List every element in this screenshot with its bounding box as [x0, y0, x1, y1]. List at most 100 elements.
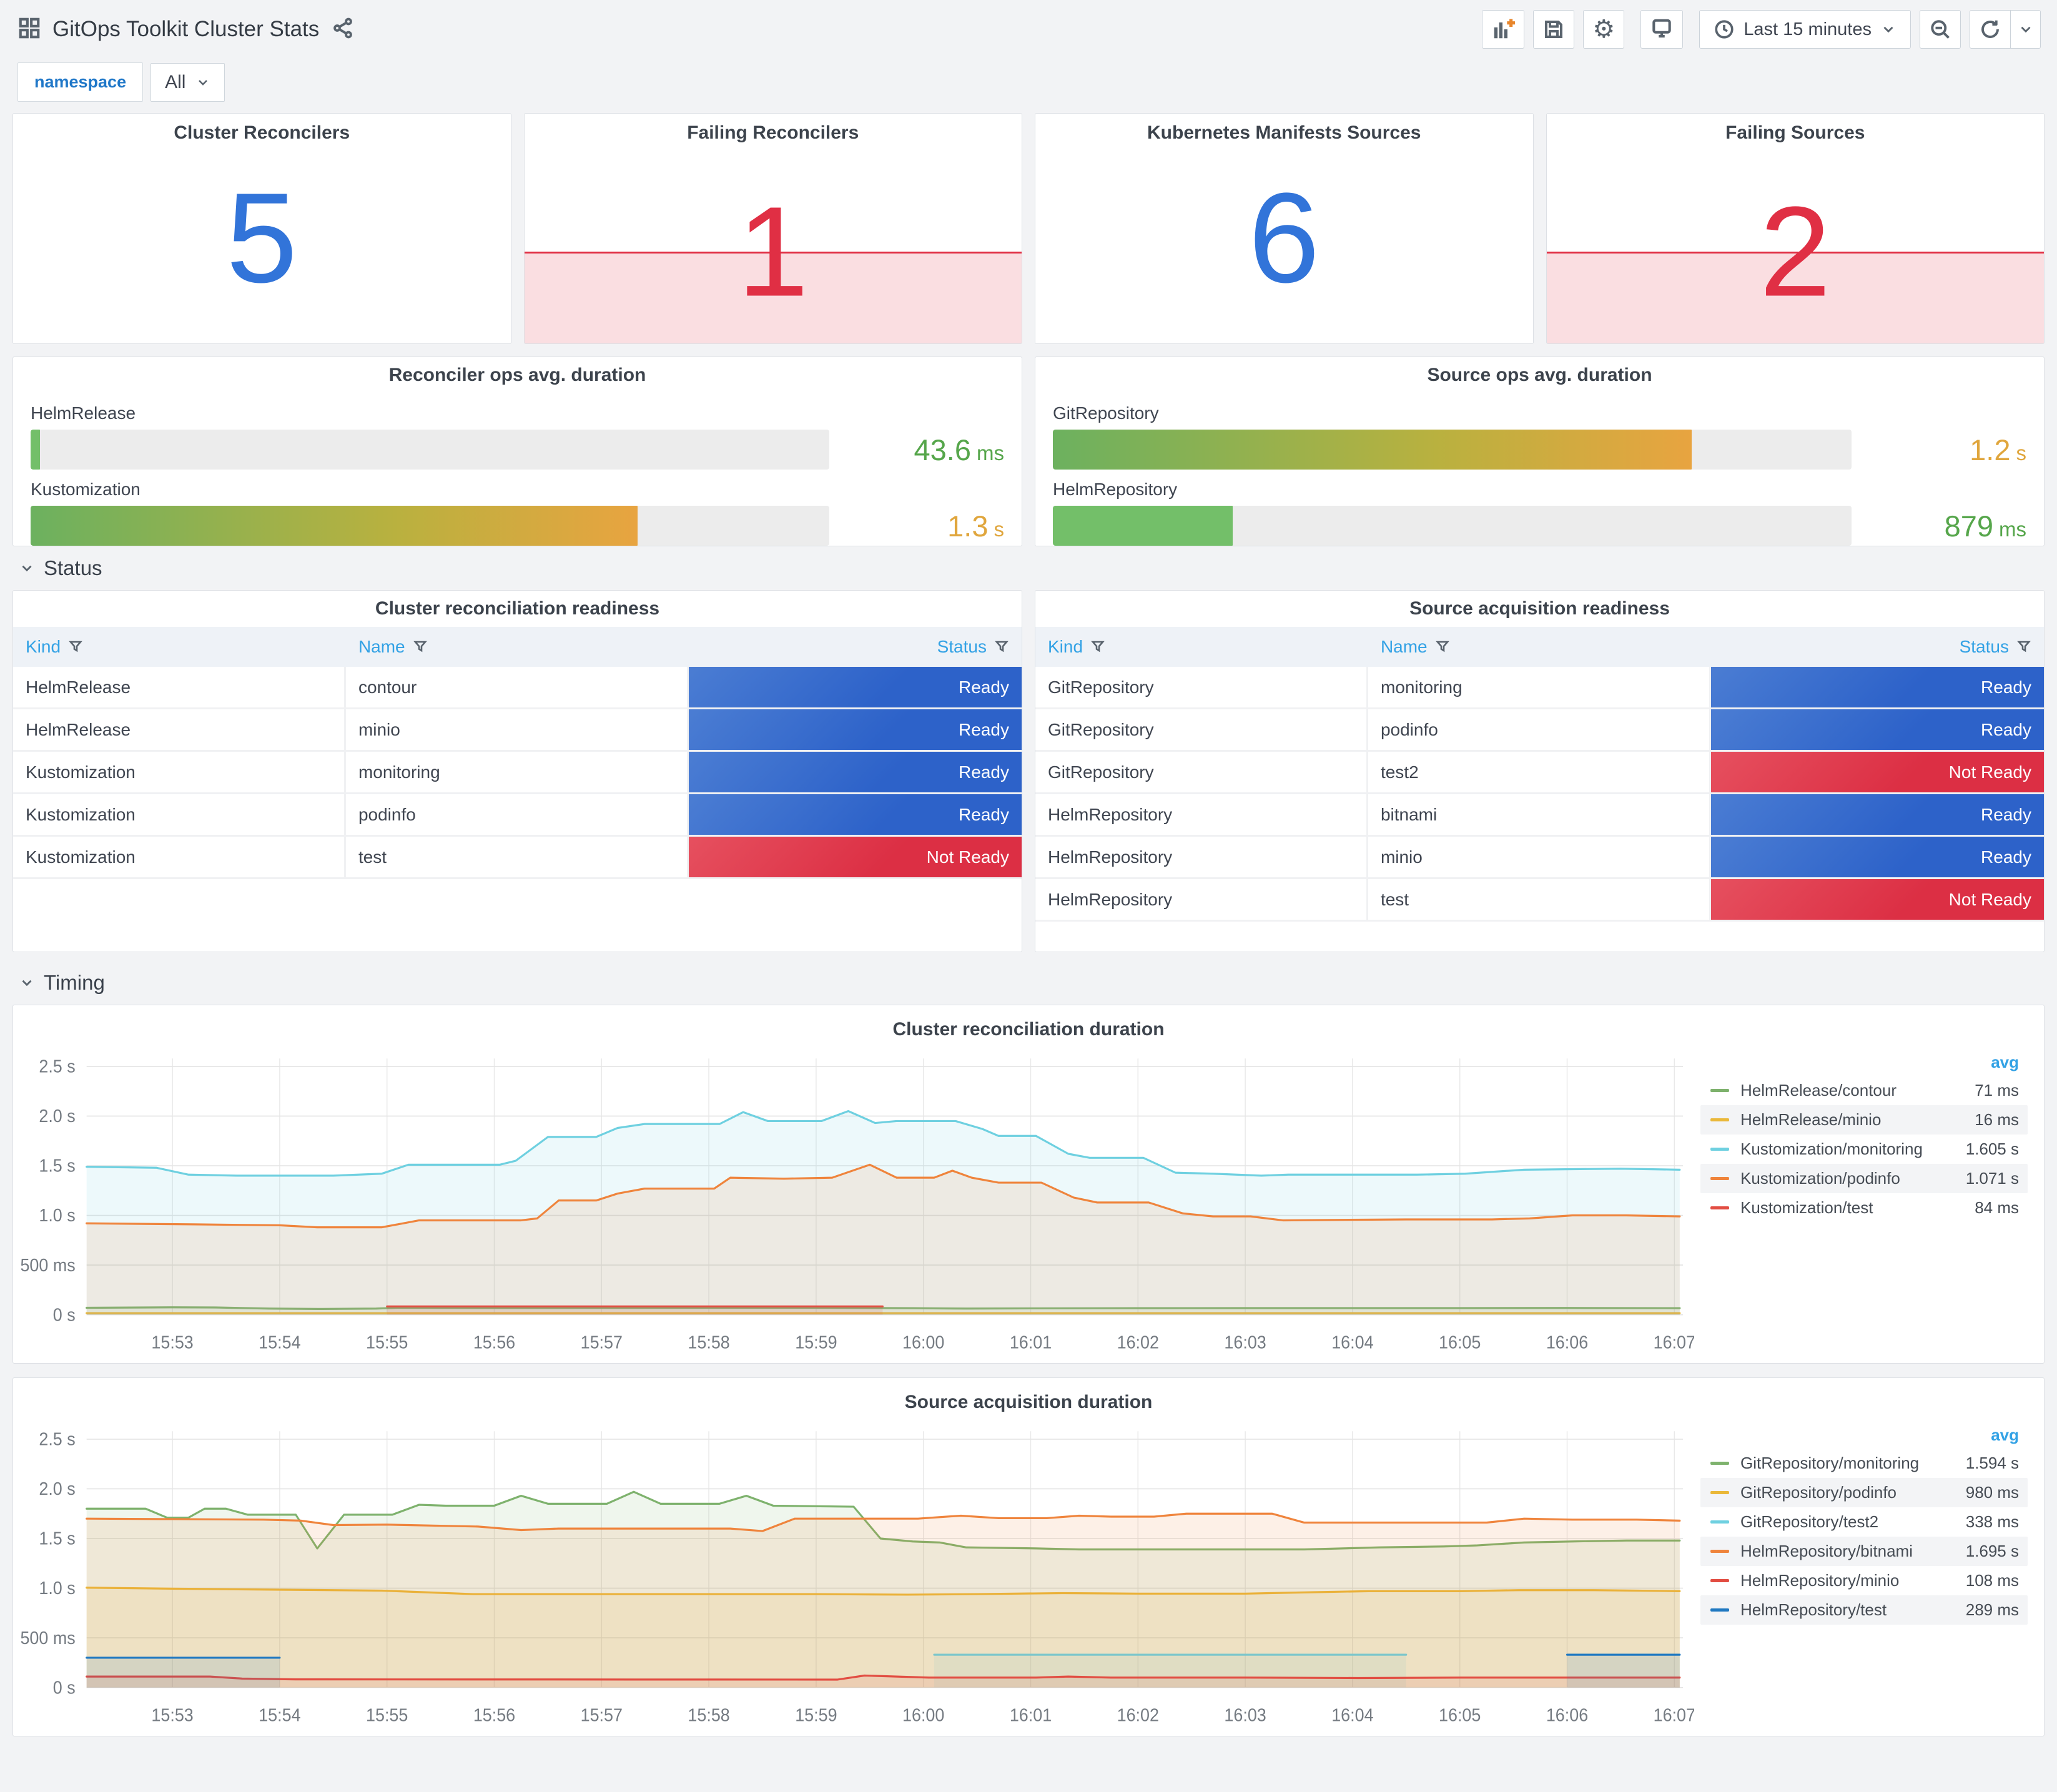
svg-text:15:59: 15:59 [795, 1332, 837, 1352]
legend-item[interactable]: HelmRepository/bitnami 1.695 s [1700, 1537, 2028, 1566]
legend-series-name: Kustomization/test [1740, 1198, 1873, 1217]
panel-title[interactable]: Kubernetes Manifests Sources [1035, 122, 1533, 144]
gauge-panels-row: Reconciler ops avg. duration HelmRelease… [12, 357, 2045, 546]
filter-icon[interactable] [2016, 639, 2031, 654]
status-cell: Ready [689, 752, 1022, 792]
table-panel-cluster-reconciliation-readiness: Cluster reconciliation readiness Kind Na… [12, 590, 1022, 952]
filter-icon[interactable] [68, 639, 83, 654]
dashboard-settings-button[interactable]: ⚙ [1583, 10, 1625, 49]
gauge-value: 1.2 s [1970, 433, 2026, 466]
table-row: GitRepository monitoring Ready [1035, 667, 2044, 709]
gauge-fill [1053, 430, 1692, 470]
legend-item[interactable]: Kustomization/podinfo 1.071 s [1700, 1164, 2028, 1193]
panel-title[interactable]: Failing Sources [1547, 122, 2045, 144]
legend-series-avg: 16 ms [1975, 1110, 2019, 1129]
column-header-status[interactable]: Status [689, 627, 1022, 667]
name-cell: test2 [1368, 752, 1712, 792]
name-cell: minio [346, 709, 689, 750]
gear-icon: ⚙ [1592, 16, 1616, 43]
svg-text:16:02: 16:02 [1117, 1332, 1159, 1352]
section-header-timing[interactable]: Timing [19, 971, 2057, 995]
filter-icon[interactable] [1435, 639, 1450, 654]
share-icon[interactable] [332, 17, 354, 42]
panel-title[interactable]: Cluster Reconcilers [13, 122, 511, 144]
chart-legend: avg HelmRelease/contour 71 ms HelmRelease/… [1694, 1048, 2044, 1363]
panel-title[interactable]: Reconciler ops avg. duration [31, 357, 1004, 393]
svg-text:15:55: 15:55 [366, 1332, 408, 1352]
kind-cell: HelmRepository [1035, 794, 1368, 835]
table-row: Kustomization monitoring Ready [13, 752, 1022, 794]
stat-panel-failing-sources: Failing Sources 2 [1546, 113, 2045, 344]
kind-cell: Kustomization [13, 752, 346, 792]
panel-title[interactable]: Source acquisition readiness [1035, 591, 2044, 627]
gauge-label: HelmRepository [1053, 480, 1178, 499]
panel-title[interactable]: Source acquisition duration [13, 1384, 2044, 1420]
legend-item[interactable]: Kustomization/monitoring 1.605 s [1700, 1135, 2028, 1164]
zoom-out-time-button[interactable] [1920, 10, 1961, 49]
refresh-button[interactable] [1970, 10, 2011, 49]
legend-series-name: HelmRepository/test [1740, 1600, 1887, 1619]
refresh-interval-dropdown[interactable] [2011, 10, 2041, 49]
column-header-kind[interactable]: Kind [1035, 627, 1368, 667]
filter-icon[interactable] [413, 639, 428, 654]
column-header-status[interactable]: Status [1711, 627, 2044, 667]
apps-grid-icon[interactable] [17, 16, 41, 43]
legend-series-avg: 980 ms [1965, 1483, 2019, 1502]
legend-series-name: GitRepository/monitoring [1740, 1454, 1920, 1472]
svg-text:15:54: 15:54 [259, 1705, 300, 1725]
legend-series-color [1710, 1491, 1729, 1494]
panel-title[interactable]: Cluster reconciliation readiness [13, 591, 1022, 627]
chart-row-cluster-reconciliation: Cluster reconciliation duration 15:53 15:… [12, 1005, 2045, 1364]
legend-series-name: HelmRepository/bitnami [1740, 1542, 1913, 1560]
legend-item[interactable]: HelmRepository/minio 108 ms [1700, 1566, 2028, 1595]
panel-title[interactable]: Cluster reconciliation duration [13, 1012, 2044, 1048]
filter-icon[interactable] [1090, 639, 1105, 654]
svg-text:16:03: 16:03 [1224, 1705, 1266, 1725]
stat-value: 5 [226, 166, 298, 310]
name-cell: test [1368, 879, 1712, 920]
svg-text:15:53: 15:53 [151, 1332, 193, 1352]
section-header-status[interactable]: Status [19, 556, 2057, 580]
gauge-value: 1.3 s [947, 509, 1004, 543]
time-range-label: Last 15 minutes [1744, 19, 1872, 39]
cycle-view-button[interactable] [1640, 10, 1684, 49]
panel-title[interactable]: Source ops avg. duration [1053, 357, 2026, 393]
time-range-picker[interactable]: Last 15 minutes [1699, 10, 1911, 49]
namespace-variable-dropdown[interactable]: All [150, 62, 225, 102]
legend-item[interactable]: GitRepository/test2 338 ms [1700, 1507, 2028, 1537]
add-panel-button[interactable] [1482, 10, 1525, 49]
time-series-plot[interactable]: 15:53 15:54 15:55 15:56 15:57 15:58 15:59 16:00… [13, 1420, 1694, 1736]
column-header-name[interactable]: Name [1368, 627, 1711, 667]
namespace-variable-value: All [165, 71, 186, 92]
legend-item[interactable]: HelmRelease/contour 71 ms [1700, 1076, 2028, 1105]
table-body: GitRepository monitoring Ready GitRepositor… [1035, 667, 2044, 952]
column-header-kind[interactable]: Kind [13, 627, 346, 667]
svg-text:16:04: 16:04 [1331, 1332, 1373, 1352]
stat-value: 2 [1759, 180, 1831, 323]
legend-item[interactable]: GitRepository/podinfo 980 ms [1700, 1478, 2028, 1507]
legend-item[interactable]: HelmRelease/minio 16 ms [1700, 1105, 2028, 1135]
filter-icon[interactable] [994, 639, 1009, 654]
svg-text:15:58: 15:58 [688, 1705, 729, 1725]
stat-panel-failing-reconcilers: Failing Reconcilers 1 [523, 113, 1022, 344]
time-series-plot[interactable]: 15:53 15:54 15:55 15:56 15:57 15:58 15:59 16:00… [13, 1048, 1694, 1363]
column-header-name[interactable]: Name [346, 627, 689, 667]
legend-series-avg: 108 ms [1965, 1571, 2019, 1590]
svg-text:16:00: 16:00 [902, 1705, 944, 1725]
legend-series-color [1710, 1089, 1729, 1092]
legend-avg-header[interactable]: avg [1700, 1423, 2028, 1449]
legend-avg-header[interactable]: avg [1700, 1050, 2028, 1076]
save-dashboard-button[interactable] [1533, 10, 1575, 49]
legend-item[interactable]: GitRepository/monitoring 1.594 s [1700, 1449, 2028, 1478]
legend-series-avg: 1.605 s [1965, 1140, 2019, 1158]
legend-series-color [1710, 1148, 1729, 1151]
svg-text:16:03: 16:03 [1224, 1332, 1266, 1352]
legend-series-avg: 289 ms [1965, 1600, 2019, 1619]
legend-series-avg: 1.594 s [1965, 1454, 2019, 1472]
panel-title[interactable]: Failing Reconcilers [525, 122, 1022, 144]
legend-item[interactable]: Kustomization/test 84 ms [1700, 1193, 2028, 1223]
kind-cell: GitRepository [1035, 667, 1368, 707]
legend-series-color [1710, 1520, 1729, 1524]
dashboard: GitOps Toolkit Cluster Stats ⚙ Last 15 m… [0, 0, 2057, 1792]
legend-item[interactable]: HelmRepository/test 289 ms [1700, 1595, 2028, 1625]
